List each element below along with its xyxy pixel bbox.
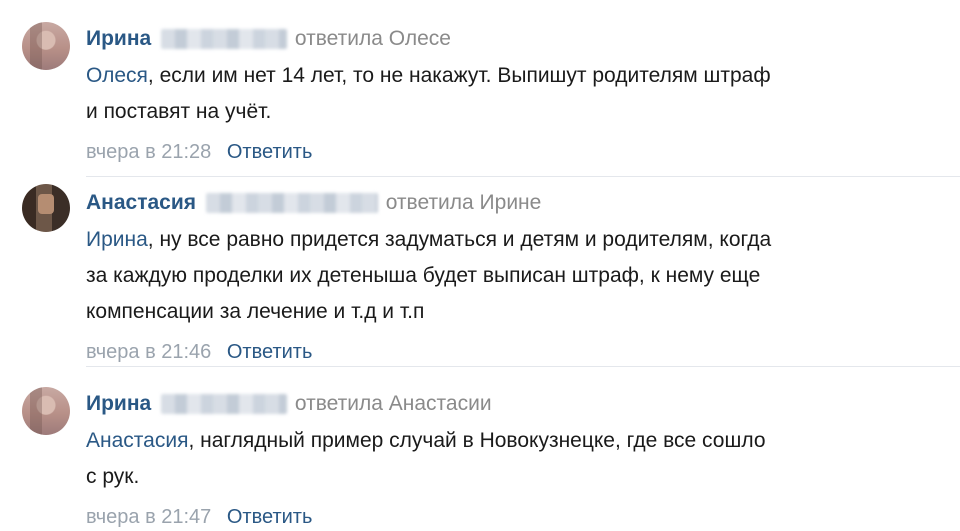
comment-text-line: с рук. — [86, 465, 140, 488]
author-name[interactable]: Ирина — [86, 27, 151, 50]
reply-button[interactable]: Ответить — [227, 141, 313, 163]
reply-to-text[interactable]: ответила Анастасии — [295, 392, 492, 415]
comment-text-line: и поставят на учёт. — [86, 100, 272, 123]
blurred-surname — [161, 394, 288, 415]
comment-text: Анастасия, наглядный пример случай в Нов… — [86, 423, 940, 495]
comment-item: Ирина ответила Олесе Олеся, если им нет … — [0, 0, 960, 178]
comment-text-line: Анастасия, наглядный пример случай в Нов… — [86, 423, 940, 459]
comment-text: Олеся, если им нет 14 лет, то не накажут… — [86, 58, 940, 130]
reply-button[interactable]: Ответить — [227, 506, 313, 528]
timestamp[interactable]: вчера в 21:47 — [86, 506, 211, 528]
comment-footer: вчера в 21:28 Ответить — [86, 138, 940, 166]
blurred-surname — [205, 193, 378, 214]
comment-item: Анастасия ответила Ирине Ирина, ну все р… — [0, 178, 960, 368]
comment-text-fragment: , ну все равно придется задуматься и дет… — [147, 228, 772, 251]
comment-header: Ирина ответила Олесе — [86, 24, 940, 54]
comment-text-line: за каждую проделки их детеныша будет вып… — [86, 264, 761, 287]
comment-text: Ирина, ну все равно придется задуматься … — [86, 222, 940, 330]
comment-text-line: компенсации за лечение и т.д и т.п — [86, 300, 425, 323]
divider — [86, 366, 960, 367]
comment-body: Анастасия ответила Ирине Ирина, ну все р… — [86, 188, 940, 366]
reply-to-text[interactable]: ответила Олесе — [295, 27, 451, 50]
comment-text-fragment: , наглядный пример случай в Новокузнецке… — [188, 429, 766, 452]
comment-text-fragment: , если им нет 14 лет, то не накажут. Вып… — [147, 64, 771, 87]
comment-body: Ирина ответила Анастасии Анастасия, нагл… — [86, 389, 940, 531]
avatar[interactable] — [22, 184, 70, 232]
blurred-surname — [161, 29, 288, 50]
reply-button[interactable]: Ответить — [227, 341, 313, 363]
avatar[interactable] — [22, 387, 70, 435]
mention-link[interactable]: Олеся — [86, 64, 148, 87]
comment-footer: вчера в 21:47 Ответить — [86, 503, 940, 531]
author-name[interactable]: Ирина — [86, 392, 151, 415]
comment-text-line: Ирина, ну все равно придется задуматься … — [86, 222, 940, 258]
comment-item: Ирина ответила Анастасии Анастасия, нагл… — [0, 368, 960, 530]
timestamp[interactable]: вчера в 21:28 — [86, 141, 211, 163]
author-name[interactable]: Анастасия — [86, 191, 196, 214]
reply-to-text[interactable]: ответила Ирине — [386, 191, 542, 214]
mention-link[interactable]: Ирина — [86, 228, 148, 251]
comment-body: Ирина ответила Олесе Олеся, если им нет … — [86, 24, 940, 166]
comment-text-line: Олеся, если им нет 14 лет, то не накажут… — [86, 58, 940, 94]
avatar[interactable] — [22, 22, 70, 70]
divider — [86, 176, 960, 177]
mention-link[interactable]: Анастасия — [86, 429, 188, 452]
comment-header: Анастасия ответила Ирине — [86, 188, 940, 218]
timestamp[interactable]: вчера в 21:46 — [86, 341, 211, 363]
comment-footer: вчера в 21:46 Ответить — [86, 338, 940, 366]
comment-header: Ирина ответила Анастасии — [86, 389, 940, 419]
